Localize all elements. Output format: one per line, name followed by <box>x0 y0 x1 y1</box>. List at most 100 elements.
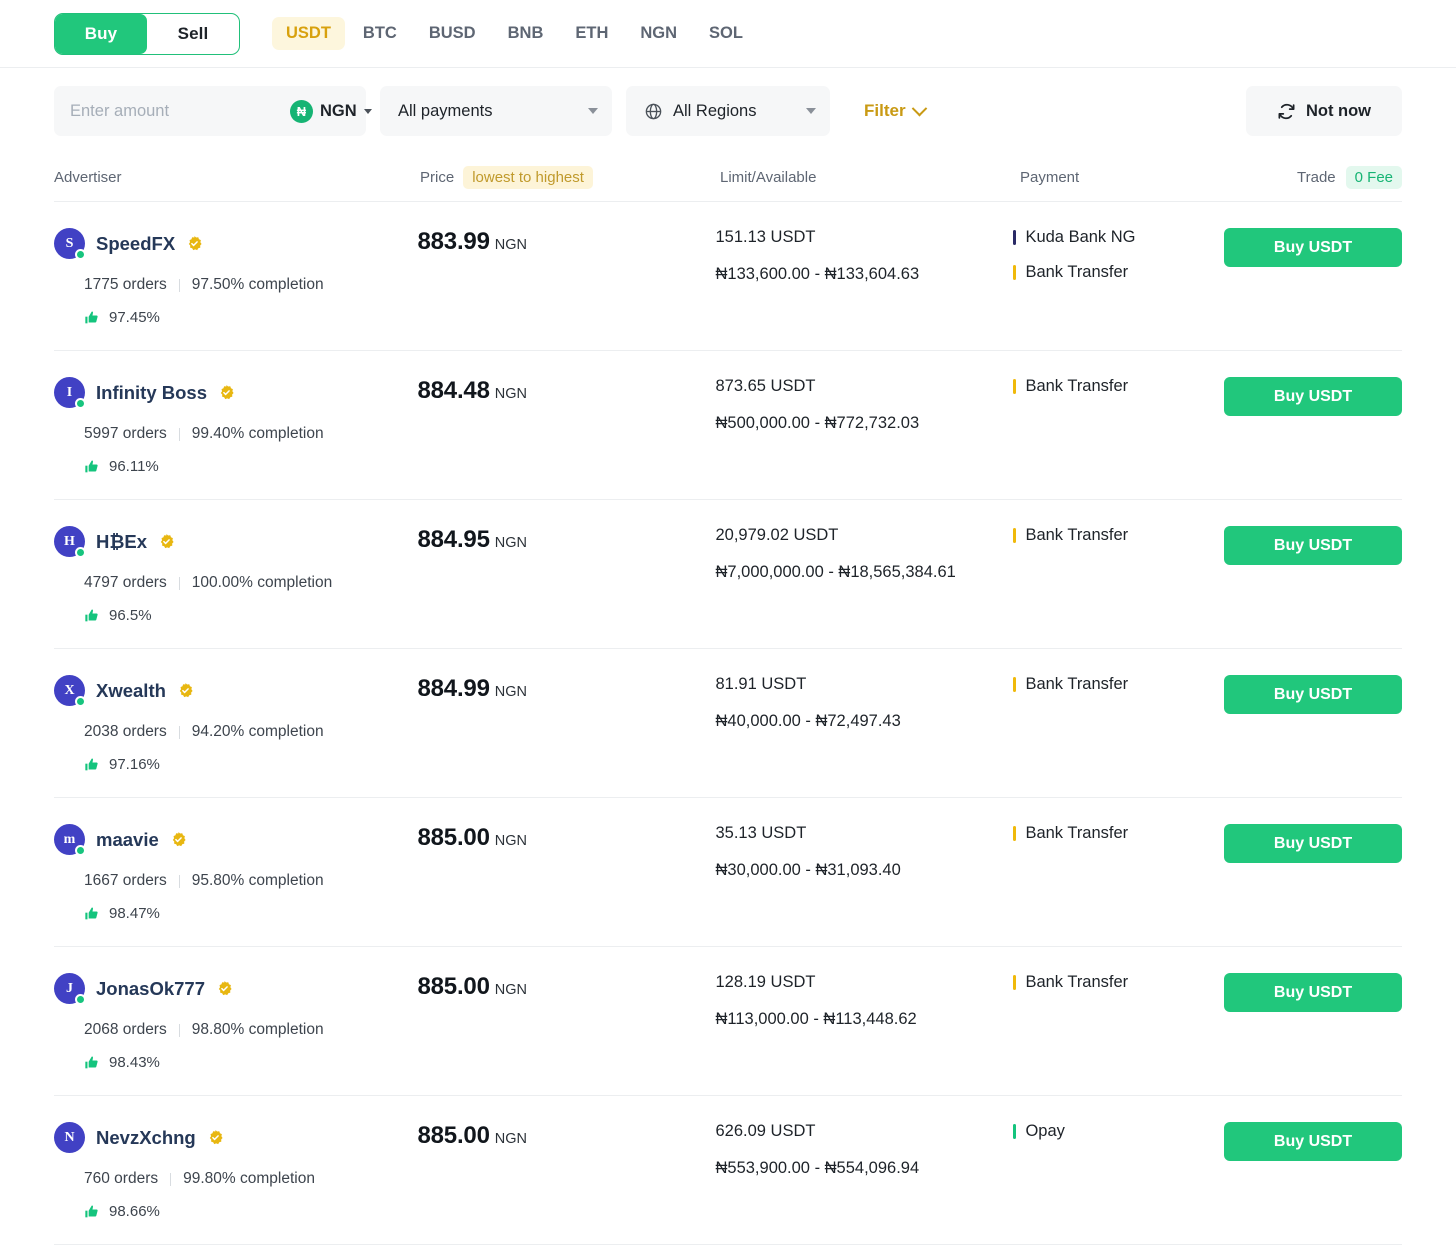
payment-method: Opay <box>1013 1122 1224 1141</box>
coin-tab-usdt[interactable]: USDT <box>272 17 345 50</box>
payment-method: Bank Transfer <box>1013 377 1224 396</box>
advertiser-rating: 98.66% <box>84 1203 418 1220</box>
price-currency: NGN <box>495 237 527 253</box>
price-sort-badge[interactable]: lowest to highest <box>463 166 593 189</box>
advertiser-rating: 98.43% <box>84 1054 418 1071</box>
stat-divider <box>179 726 180 739</box>
advertiser-stats: 1667 orders95.80% completion <box>84 872 418 890</box>
amount-filter[interactable]: ₦ NGN <box>54 86 366 136</box>
limit-range: ₦113,000.00 - ₦113,448.62 <box>715 1010 1013 1029</box>
online-status-dot <box>75 398 86 409</box>
price-cell: 884.99NGN <box>418 675 716 703</box>
payments-select-label: All payments <box>398 102 578 121</box>
advertiser-name[interactable]: maavie <box>96 829 159 851</box>
trade-cell: Buy USDT <box>1224 228 1402 267</box>
advertiser-rating: 97.45% <box>84 309 418 326</box>
advertiser-name[interactable]: H₿Ex <box>96 531 147 553</box>
available-amount: 20,979.02 USDT <box>715 526 1013 545</box>
advertiser-identity: XXwealth <box>54 675 418 706</box>
buy-usdt-button[interactable]: Buy USDT <box>1224 228 1402 267</box>
avatar: m <box>54 824 85 855</box>
completion-rate: 100.00% completion <box>192 574 332 592</box>
regions-select-label: All Regions <box>673 102 796 121</box>
filter-toggle[interactable]: Filter <box>864 101 925 121</box>
payment-method-label: Bank Transfer <box>1025 675 1128 694</box>
currency-selector[interactable]: ₦ NGN <box>290 100 372 123</box>
advertiser-name[interactable]: JonasOk777 <box>96 978 205 1000</box>
buy-usdt-button[interactable]: Buy USDT <box>1224 1122 1402 1161</box>
table-header-row: Advertiser Price lowest to highest Limit… <box>54 154 1402 202</box>
advertiser-name[interactable]: Infinity Boss <box>96 382 207 404</box>
payment-color-bar <box>1013 230 1016 245</box>
header-trade: Trade <box>1297 169 1336 186</box>
online-status-dot <box>75 547 86 558</box>
header-price-group: Price lowest to highest <box>420 166 720 189</box>
buy-usdt-button[interactable]: Buy USDT <box>1224 675 1402 714</box>
refresh-not-now-button[interactable]: Not now <box>1246 86 1402 136</box>
trade-cell: Buy USDT <box>1224 526 1402 565</box>
price-value: 883.99 <box>418 228 490 256</box>
price-cell: 885.00NGN <box>418 824 716 852</box>
buy-usdt-button[interactable]: Buy USDT <box>1224 973 1402 1012</box>
thumbs-up-icon <box>84 310 100 326</box>
available-amount: 128.19 USDT <box>715 973 1013 992</box>
coin-tab-busd[interactable]: BUSD <box>415 17 490 50</box>
rating-percent: 96.11% <box>109 458 159 475</box>
buy-sell-toggle[interactable]: BuySell <box>54 13 240 55</box>
advertiser-stats: 2068 orders98.80% completion <box>84 1021 418 1039</box>
completion-rate: 99.80% completion <box>183 1170 315 1188</box>
advertiser-name[interactable]: NevzXchng <box>96 1127 196 1149</box>
price-cell: 885.00NGN <box>418 973 716 1001</box>
price-currency: NGN <box>495 386 527 402</box>
stat-divider <box>179 875 180 888</box>
coin-tab-ngn[interactable]: NGN <box>626 17 691 50</box>
coin-tab-bnb[interactable]: BNB <box>494 17 558 50</box>
coin-tab-sol[interactable]: SOL <box>695 17 757 50</box>
thumbs-up-icon <box>84 459 100 475</box>
verified-badge-icon <box>216 980 233 997</box>
side-tab-sell[interactable]: Sell <box>147 14 239 54</box>
advertiser-name[interactable]: Xwealth <box>96 680 166 702</box>
thumbs-up-icon <box>84 608 100 624</box>
chevron-down-icon <box>588 108 598 114</box>
price-currency: NGN <box>495 833 527 849</box>
buy-usdt-button[interactable]: Buy USDT <box>1224 377 1402 416</box>
buy-usdt-button[interactable]: Buy USDT <box>1224 824 1402 863</box>
available-amount: 873.65 USDT <box>715 377 1013 396</box>
available-amount: 81.91 USDT <box>715 675 1013 694</box>
advertiser-stats: 1775 orders97.50% completion <box>84 276 418 294</box>
order-count: 4797 orders <box>84 574 167 592</box>
completion-rate: 94.20% completion <box>192 723 324 741</box>
limit-range: ₦500,000.00 - ₦772,732.03 <box>715 414 1013 433</box>
limit-available-cell: 81.91 USDT₦40,000.00 - ₦72,497.43 <box>715 675 1013 731</box>
payment-cell: Bank Transfer <box>1013 377 1224 396</box>
buy-usdt-button[interactable]: Buy USDT <box>1224 526 1402 565</box>
rating-percent: 98.43% <box>109 1054 160 1071</box>
payments-select[interactable]: All payments <box>380 86 612 136</box>
advertiser-name[interactable]: SpeedFX <box>96 233 175 255</box>
limit-range: ₦133,600.00 - ₦133,604.63 <box>715 265 1013 284</box>
advertiser-stats: 4797 orders 100.00% completion <box>84 574 418 592</box>
coin-tab-eth[interactable]: ETH <box>561 17 622 50</box>
verified-badge-icon <box>177 682 194 699</box>
advertiser-cell: S SpeedFX 1775 orders97.50% completion 97.4… <box>54 228 418 326</box>
online-status-dot <box>75 994 86 1005</box>
advertiser-stats: 760 orders99.80% completion <box>84 1170 418 1188</box>
rating-percent: 97.16% <box>109 756 160 773</box>
search-input[interactable] <box>70 102 290 121</box>
stat-divider <box>179 1024 180 1037</box>
table-row: NNevzXchng760 orders99.80% completion98.… <box>54 1096 1402 1245</box>
side-tab-buy[interactable]: Buy <box>55 14 147 54</box>
payment-method: Bank Transfer <box>1013 973 1224 992</box>
limit-available-cell: 626.09 USDT₦553,900.00 - ₦554,096.94 <box>715 1122 1013 1178</box>
advertiser-rating: 96.5% <box>84 607 418 624</box>
price-currency: NGN <box>495 982 527 998</box>
completion-rate: 97.50% completion <box>192 276 324 294</box>
advertiser-identity: HH₿Ex <box>54 526 418 557</box>
top-bar: BuySell USDTBTCBUSDBNBETHNGNSOL <box>0 0 1456 68</box>
avatar: S <box>54 228 85 259</box>
verified-badge-icon <box>158 533 175 550</box>
coin-tab-btc[interactable]: BTC <box>349 17 411 50</box>
payment-method-label: Bank Transfer <box>1025 526 1128 545</box>
regions-select[interactable]: All Regions <box>626 86 830 136</box>
